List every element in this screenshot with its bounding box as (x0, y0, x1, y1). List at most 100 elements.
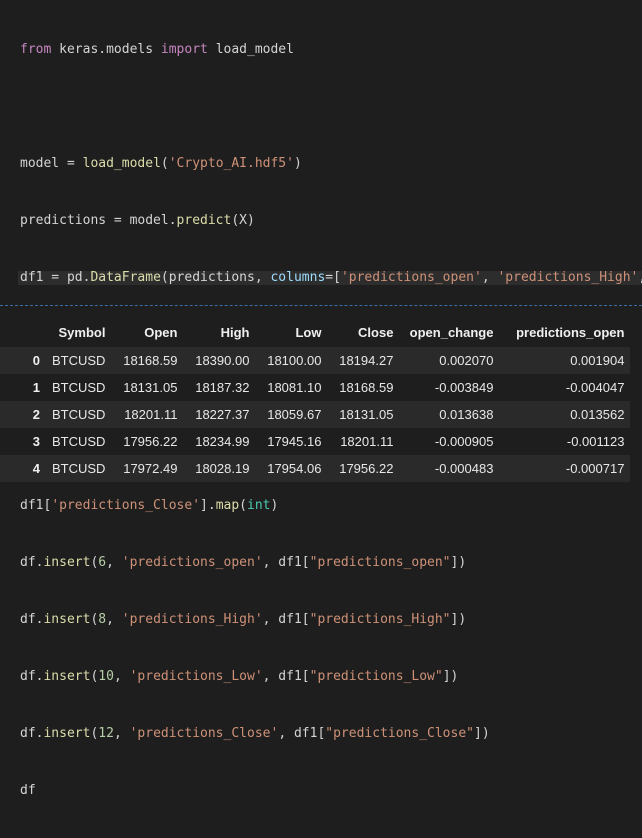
table-cell: -0.000905 (434, 434, 494, 449)
code-token: int (247, 498, 271, 513)
table-cell: BTCUSD (52, 380, 106, 395)
code-line: df1 = pd.DataFrame(predictions, columns=… (20, 268, 642, 287)
code-token: "predictions_Close" (325, 726, 474, 741)
code-token: from (20, 42, 52, 57)
row-index: 0 (32, 353, 40, 368)
row-index: 1 (32, 380, 40, 395)
table-cell: -0.004047 (565, 380, 625, 395)
code-token: columns (270, 270, 326, 285)
code-token: insert (43, 726, 91, 741)
code-line: df1['predictions_Close'].map(int) (20, 496, 642, 515)
table-cell: -0.003849 (434, 380, 494, 395)
table-cell: 18227.37 (195, 407, 250, 422)
table-cell: 18234.99 (195, 434, 250, 449)
table-cell: 17972.49 (123, 461, 178, 476)
table-cell: BTCUSD (52, 407, 106, 422)
column-header: Low (295, 324, 322, 340)
table-cell: 17954.06 (267, 461, 322, 476)
code-token: import (160, 42, 208, 57)
table-row: 3 BTCUSD 17956.22 18234.99 17945.16 1820… (0, 428, 631, 455)
table-cell: 18187.32 (195, 380, 250, 395)
code-token: ]) (474, 726, 490, 741)
table-cell: 18081.10 (267, 380, 322, 395)
code-token: 'predictions_Close' (51, 498, 201, 513)
table-cell: 0.002070 (439, 353, 494, 368)
column-header: predictions_open (516, 324, 625, 340)
code-token: keras.models (59, 42, 154, 57)
code-token: df (20, 783, 36, 798)
code-token: 'predictions_High' (121, 612, 263, 627)
code-token: , df1[ (262, 669, 310, 684)
code-token: ( (160, 156, 169, 171)
column-header: Symbol (58, 324, 106, 340)
table-row: 2 BTCUSD 18201.11 18227.37 18059.67 1813… (0, 401, 631, 428)
code-line: df.insert(10, 'predictions_Low', df1["pr… (20, 667, 642, 686)
code-token: "predictions_Low" (309, 669, 443, 684)
code-token: ]) (450, 612, 467, 627)
table-cell: BTCUSD (52, 353, 106, 368)
code-token: =[ (325, 270, 341, 285)
code-token: insert (43, 555, 91, 570)
table-cell: 18100.00 (267, 353, 322, 368)
code-token: predictions = model. (20, 213, 177, 228)
column-header: Close (358, 324, 394, 340)
code-token: , df1[ (262, 612, 310, 627)
dataframe-table: Symbol Open High Low Close open_change p… (0, 317, 631, 482)
table-cell: -0.000717 (565, 461, 625, 476)
code-token: 'Crypto_AI.hdf5' (168, 156, 294, 171)
code-token: ]) (442, 669, 459, 684)
table-cell: -0.001123 (566, 434, 625, 449)
code-token: df. (20, 726, 44, 741)
code-token: 8 (98, 612, 107, 627)
code-token: , (638, 270, 642, 285)
table-cell: 18131.05 (339, 407, 394, 422)
code-token: , (106, 555, 122, 570)
table-cell: 17956.22 (339, 461, 394, 476)
code-token: load_model (82, 156, 161, 171)
code-line: model = load_model('Crypto_AI.hdf5') (20, 154, 642, 173)
code-token: 'predictions_Low' (129, 669, 263, 684)
table-cell: 18028.19 (195, 461, 250, 476)
cell-divider (0, 305, 642, 306)
code-token: df1 = pd. (20, 270, 91, 285)
code-token: df. (20, 669, 44, 684)
code-token: ]. (200, 498, 216, 513)
code-token: 6 (98, 555, 107, 570)
code-token: ( (90, 555, 99, 570)
table-cell: 18201.11 (340, 434, 394, 449)
table-row: 0 BTCUSD 18168.59 18390.00 18100.00 1819… (0, 347, 631, 374)
code-token: ( (90, 612, 99, 627)
code-token: ( (90, 726, 99, 741)
code-cell[interactable]: from keras.models import load_model mode… (0, 0, 642, 798)
code-token: "predictions_open" (309, 555, 451, 570)
code-token: insert (43, 669, 91, 684)
row-index: 3 (32, 434, 40, 449)
code-token: 12 (98, 726, 114, 741)
code-token: ]) (450, 555, 467, 570)
code-token: insert (43, 612, 91, 627)
row-index: 4 (32, 461, 40, 476)
table-cell: 0.001904 (570, 353, 625, 368)
table-cell: 18201.11 (124, 407, 178, 422)
column-header: open_change (409, 324, 494, 340)
column-header (0, 317, 46, 347)
code-line: from keras.models import load_model (20, 40, 642, 59)
column-header: Open (144, 324, 178, 340)
table-cell: 18168.59 (339, 380, 394, 395)
code-token: "predictions_High" (309, 612, 451, 627)
code-line: df.insert(8, 'predictions_High', df1["pr… (20, 610, 642, 629)
code-token: map (215, 498, 240, 513)
table-cell: 18168.59 (123, 353, 178, 368)
code-token: (predictions, (160, 270, 271, 285)
code-line: df (20, 781, 642, 800)
code-token: , (106, 612, 122, 627)
code-token: ( (90, 669, 99, 684)
table-cell: 18390.00 (195, 353, 250, 368)
code-line: df.insert(12, 'predictions_Close', df1["… (20, 724, 642, 743)
table-cell: -0.000483 (434, 461, 494, 476)
table-cell: BTCUSD (52, 434, 106, 449)
row-index: 2 (32, 407, 40, 422)
table-cell: 18131.05 (123, 380, 178, 395)
table-cell: 0.013638 (439, 407, 494, 422)
table-cell: BTCUSD (52, 461, 106, 476)
